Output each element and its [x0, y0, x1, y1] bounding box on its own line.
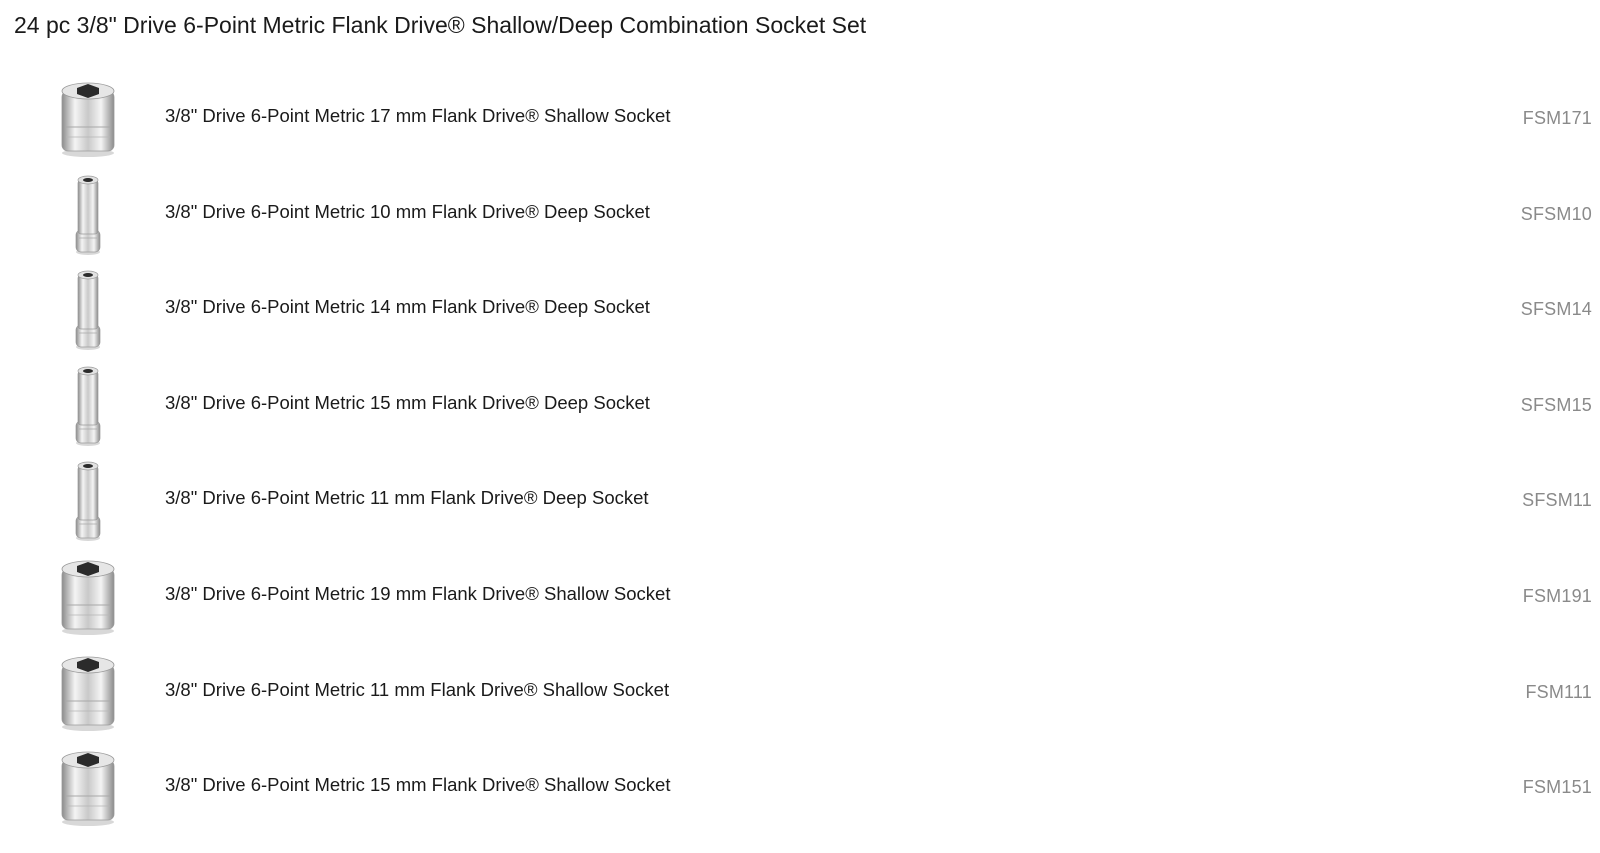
- shallow-socket-icon[interactable]: [48, 744, 128, 832]
- item-sku: SFSM11: [1522, 490, 1592, 511]
- item-sku: FSM191: [1522, 585, 1592, 606]
- item-name[interactable]: 3/8" Drive 6-Point Metric 10 mm Flank Dr…: [165, 201, 650, 223]
- item-sku: SFSM15: [1520, 394, 1592, 415]
- item-name[interactable]: 3/8" Drive 6-Point Metric 17 mm Flank Dr…: [165, 105, 670, 127]
- item-sku: SFSM10: [1520, 203, 1592, 224]
- list-item[interactable]: 3/8" Drive 6-Point Metric 10 mm Flank Dr…: [0, 167, 1600, 263]
- list-item[interactable]: 3/8" Drive 6-Point Metric 17 mm Flank Dr…: [0, 71, 1600, 167]
- list-item[interactable]: 3/8" Drive 6-Point Metric 14 mm Flank Dr…: [0, 262, 1600, 358]
- list-item[interactable]: 3/8" Drive 6-Point Metric 11 mm Flank Dr…: [0, 645, 1600, 741]
- deep-socket-icon[interactable]: [48, 171, 128, 259]
- item-name[interactable]: 3/8" Drive 6-Point Metric 11 mm Flank Dr…: [165, 487, 649, 509]
- item-sku: SFSM14: [1520, 299, 1592, 320]
- item-sku: FSM111: [1525, 681, 1592, 702]
- item-sku: FSM171: [1522, 108, 1592, 128]
- deep-socket-icon[interactable]: [48, 457, 128, 545]
- item-name[interactable]: 3/8" Drive 6-Point Metric 15 mm Flank Dr…: [165, 392, 650, 414]
- list-item[interactable]: 3/8" Drive 6-Point Metric 11 mm Flank Dr…: [0, 453, 1600, 549]
- item-name[interactable]: 3/8" Drive 6-Point Metric 19 mm Flank Dr…: [165, 583, 670, 605]
- list-item[interactable]: 3/8" Drive 6-Point Metric 15 mm Flank Dr…: [0, 740, 1600, 836]
- list-item[interactable]: 3/8" Drive 6-Point Metric 19 mm Flank Dr…: [0, 549, 1600, 645]
- item-name[interactable]: 3/8" Drive 6-Point Metric 11 mm Flank Dr…: [165, 679, 669, 701]
- item-sku: FSM151: [1522, 777, 1592, 798]
- page-title: 24 pc 3/8" Drive 6-Point Metric Flank Dr…: [14, 12, 867, 38]
- shallow-socket-icon[interactable]: [48, 649, 128, 737]
- shallow-socket-icon[interactable]: [48, 75, 128, 163]
- socket-list: 3/8" Drive 6-Point Metric 17 mm Flank Dr…: [0, 71, 1600, 836]
- item-name[interactable]: 3/8" Drive 6-Point Metric 14 mm Flank Dr…: [165, 296, 650, 318]
- deep-socket-icon[interactable]: [48, 362, 128, 450]
- item-name[interactable]: 3/8" Drive 6-Point Metric 15 mm Flank Dr…: [165, 774, 670, 796]
- deep-socket-icon[interactable]: [48, 266, 128, 354]
- shallow-socket-icon[interactable]: [48, 553, 128, 641]
- list-item[interactable]: 3/8" Drive 6-Point Metric 15 mm Flank Dr…: [0, 358, 1600, 454]
